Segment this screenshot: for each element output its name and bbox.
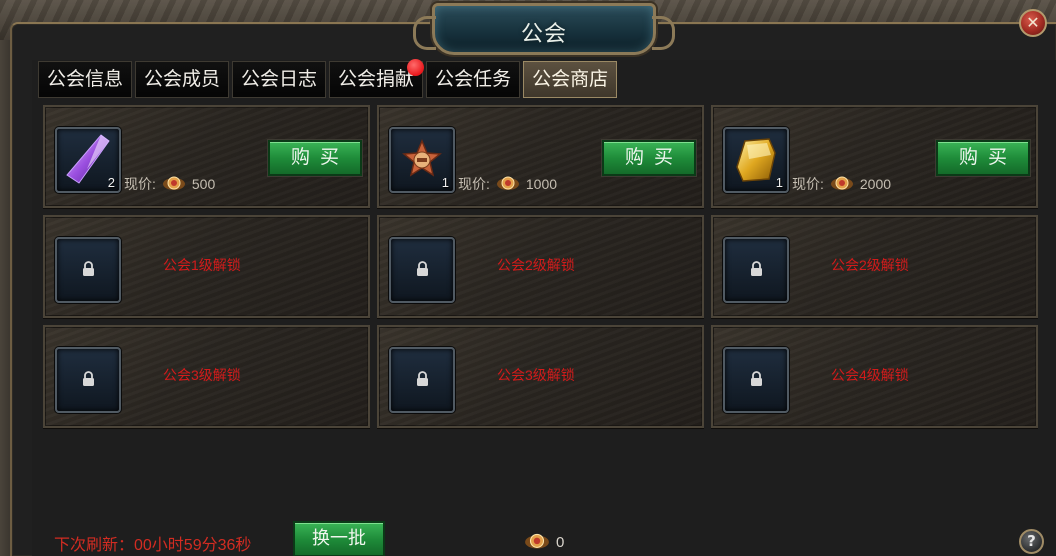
unlock-requirement: 公会2级解锁 (831, 257, 909, 273)
price-label: 现价: (458, 176, 490, 192)
shop-grid: 2 现价: 500 购买 1 现价: 1000 购买 1 现价: 2000 购买… (43, 105, 1038, 428)
unlock-requirement: 公会4级解锁 (831, 367, 909, 383)
shop-item-card: 1 现价: 2000 购买 (711, 105, 1038, 208)
title-plate: 公会 (413, 3, 675, 55)
help-button[interactable]: ? (1019, 529, 1044, 554)
refresh-timer: 下次刷新：00小时59分36秒 (54, 537, 252, 554)
lock-icon (83, 371, 94, 386)
shop-item-card: 2 现价: 500 购买 (43, 105, 370, 208)
lock-icon (751, 261, 762, 276)
locked-slot-card: 公会1级解锁 (43, 215, 370, 318)
price-value: 500 (191, 176, 216, 192)
tab-guild-donate-label: 公会捐献 (338, 69, 415, 90)
guild-coin-balance: 0 (524, 531, 564, 553)
tab-bar: 公会信息 公会成员 公会日志 公会捐献 公会任务 公会商店 (38, 59, 620, 99)
price-label: 现价: (124, 176, 156, 192)
locked-slot-card: 公会3级解锁 (377, 325, 704, 428)
tab-guild-members[interactable]: 公会成员 (135, 61, 230, 98)
refresh-batch-button[interactable]: 换一批 (293, 521, 385, 556)
price-value: 2000 (859, 176, 892, 192)
item-price: 现价: 500 (124, 174, 215, 194)
unlock-requirement: 公会2级解锁 (497, 257, 575, 273)
close-icon: ✕ (1026, 13, 1040, 32)
locked-item-slot (55, 347, 121, 413)
locked-item-slot (723, 347, 789, 413)
locked-slot-card: 公会2级解锁 (711, 215, 1038, 318)
locked-item-slot (389, 237, 455, 303)
price-label: 现价: (792, 176, 824, 192)
lock-icon (417, 261, 428, 276)
item-slot[interactable]: 1 (389, 127, 455, 193)
locked-slot-card: 公会3级解锁 (43, 325, 370, 428)
unlock-requirement: 公会3级解锁 (497, 367, 575, 383)
locked-slot-card: 公会4级解锁 (711, 325, 1038, 428)
lock-icon (417, 371, 428, 386)
guild-coin-icon (496, 176, 519, 190)
item-slot[interactable]: 2 (55, 127, 121, 193)
balance-value: 0 (556, 533, 565, 551)
locked-item-slot (389, 347, 455, 413)
close-button[interactable]: ✕ (1019, 9, 1047, 37)
tab-guild-donate[interactable]: 公会捐献 (329, 59, 425, 98)
locked-slot-card: 公会2级解锁 (377, 215, 704, 318)
lock-icon (751, 371, 762, 386)
unlock-requirement: 公会1级解锁 (163, 257, 241, 273)
item-price: 现价: 2000 (792, 174, 891, 194)
item-slot[interactable]: 1 (723, 127, 789, 193)
buy-button[interactable]: 购买 (936, 140, 1030, 176)
locked-item-slot (55, 237, 121, 303)
price-value: 1000 (525, 176, 558, 192)
notification-dot (407, 59, 425, 76)
item-quantity: 1 (441, 175, 449, 190)
item-quantity: 2 (107, 175, 115, 190)
buy-button[interactable]: 购买 (602, 140, 696, 176)
shop-item-card: 1 现价: 1000 购买 (377, 105, 704, 208)
item-price: 现价: 1000 (458, 174, 557, 194)
question-mark-icon: ? (1027, 532, 1036, 550)
tab-guild-log[interactable]: 公会日志 (232, 61, 327, 98)
tab-guild-tasks[interactable]: 公会任务 (426, 61, 521, 98)
tab-guild-shop[interactable]: 公会商店 (523, 61, 618, 98)
locked-item-slot (723, 237, 789, 303)
guild-coin-icon (830, 176, 853, 190)
window-title: 公会 (520, 21, 567, 46)
tab-guild-info[interactable]: 公会信息 (38, 61, 133, 98)
guild-coin-icon (525, 533, 549, 549)
buy-button[interactable]: 购买 (268, 140, 362, 176)
unlock-requirement: 公会3级解锁 (163, 367, 241, 383)
item-quantity: 1 (775, 175, 783, 190)
guild-coin-icon (162, 176, 185, 190)
lock-icon (83, 261, 94, 276)
